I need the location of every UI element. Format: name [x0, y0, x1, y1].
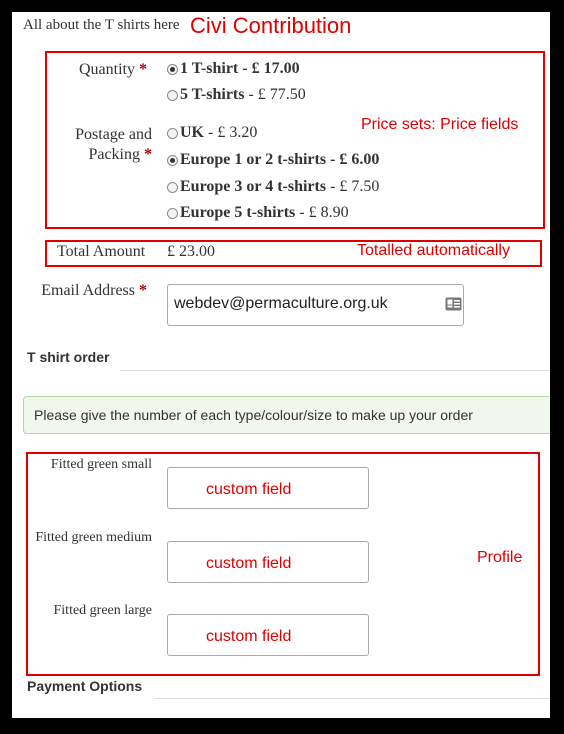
- option-price: - £ 77.50: [248, 86, 306, 103]
- postage-option-europe-1-2[interactable]: Europe 1 or 2 t-shirts - £ 6.00: [167, 151, 379, 169]
- contribution-page: All about the T shirts here Civi Contrib…: [12, 12, 550, 718]
- fitted-green-large-label: Fitted green large: [53, 603, 153, 618]
- order-notice: Please give the number of each type/colo…: [23, 396, 550, 434]
- postage-option-uk[interactable]: UK - £ 3.20: [167, 124, 257, 142]
- option-name: Europe 3 or 4 t-shirts: [180, 178, 327, 195]
- postage-label-line1: Postage and: [75, 126, 152, 143]
- postage-label: Postage and Packing *: [32, 125, 152, 165]
- fitted-green-medium-label: Fitted green medium: [35, 530, 152, 545]
- required-marker: *: [139, 61, 147, 78]
- custom-field-placeholder: custom field: [206, 628, 292, 645]
- option-price: - £ 7.50: [330, 178, 380, 195]
- quantity-option-2[interactable]: 5 T-shirts - £ 77.50: [167, 86, 306, 104]
- email-label-text: Email Address: [41, 282, 135, 299]
- option-name: Europe 1 or 2 t-shirts: [180, 151, 327, 168]
- email-field[interactable]: webdev@permaculture.org.uk: [167, 284, 464, 326]
- quantity-label: Quantity *: [42, 60, 147, 80]
- total-label: Total Amount: [57, 243, 146, 260]
- fitted-green-small-input[interactable]: custom field: [167, 467, 369, 509]
- option-price: - £ 8.90: [299, 204, 349, 221]
- custom-field-placeholder: custom field: [206, 555, 292, 572]
- postage-option-europe-3-4[interactable]: Europe 3 or 4 t-shirts - £ 7.50: [167, 178, 379, 196]
- contact-card-icon[interactable]: [445, 297, 462, 316]
- radio-icon[interactable]: [167, 207, 178, 219]
- civi-contribution-annotation: Civi Contribution: [190, 13, 352, 38]
- option-name: 5 T-shirts: [180, 86, 245, 103]
- email-field-value[interactable]: webdev@permaculture.org.uk: [174, 295, 388, 313]
- profile-annotation: Profile: [477, 549, 523, 566]
- quantity-option-1[interactable]: 1 T-shirt - £ 17.00: [167, 60, 300, 78]
- email-label: Email Address *: [22, 281, 147, 301]
- radio-icon[interactable]: [167, 89, 178, 101]
- postage-option-europe-5[interactable]: Europe 5 t-shirts - £ 8.90: [167, 204, 349, 222]
- radio-selected-icon[interactable]: [167, 63, 178, 75]
- option-name: Europe 5 t-shirts: [180, 204, 296, 221]
- option-name: 1 T-shirt: [180, 60, 239, 77]
- postage-label-line2: Packing: [88, 146, 140, 163]
- option-price: - £ 17.00: [242, 60, 300, 77]
- option-price: - £ 6.00: [330, 151, 380, 168]
- custom-field-placeholder: custom field: [206, 481, 292, 498]
- totalled-automatically-annotation: Totalled automatically: [357, 242, 510, 259]
- quantity-label-text: Quantity: [79, 61, 135, 78]
- fitted-green-small-label: Fitted green small: [50, 457, 152, 472]
- order-notice-text: Please give the number of each type/colo…: [34, 407, 473, 423]
- price-sets-annotation: Price sets: Price fields: [361, 116, 519, 133]
- tshirt-order-heading: T shirt order: [27, 349, 110, 365]
- total-value: £ 23.00: [167, 243, 215, 260]
- required-marker: *: [139, 282, 147, 299]
- option-name: UK: [180, 124, 204, 141]
- radio-icon[interactable]: [167, 127, 178, 139]
- radio-icon[interactable]: [167, 181, 178, 193]
- radio-selected-icon[interactable]: [167, 154, 178, 166]
- fitted-green-large-input[interactable]: custom field: [167, 614, 369, 656]
- divider: [120, 370, 550, 371]
- divider: [155, 698, 550, 699]
- payment-options-heading: Payment Options: [27, 678, 143, 694]
- intro-text: All about the T shirts here: [23, 17, 180, 33]
- fitted-green-medium-input[interactable]: custom field: [167, 541, 369, 583]
- option-price: - £ 3.20: [208, 124, 258, 141]
- required-marker: *: [144, 146, 152, 163]
